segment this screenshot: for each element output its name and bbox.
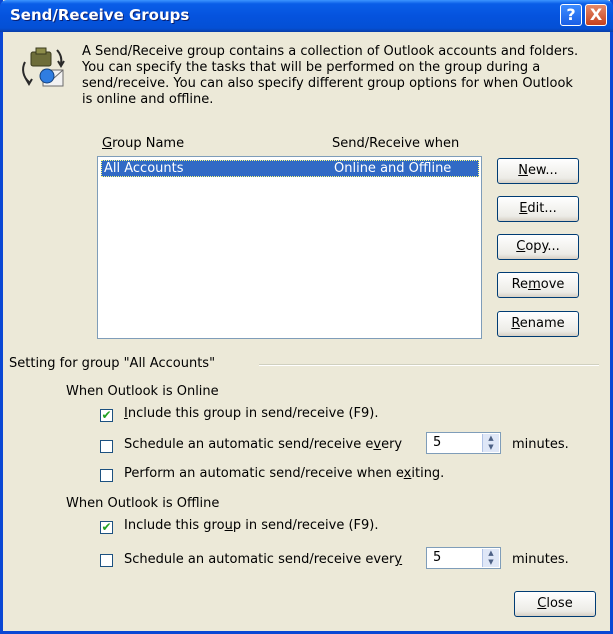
offline-minutes-label: minutes. [512,552,569,567]
column-header-send-receive-when[interactable]: Send/Receive when [332,136,459,151]
help-button[interactable]: ? [560,4,582,26]
column-header-group-name[interactable]: Group Name [102,136,184,151]
spin-arrows-icon[interactable]: ▲ ▼ [482,434,499,452]
offline-include-label[interactable]: Include this group in send/receive (F9). [124,518,379,533]
spin-arrows-icon[interactable]: ▲ ▼ [482,549,499,567]
close-button[interactable]: Close [514,591,596,617]
send-receive-groups-dialog: Send/Receive Groups ? X A Send/Receive g… [0,0,613,634]
offline-schedule-minutes-spinner[interactable]: 5 ▲ ▼ [426,547,501,569]
online-include-checkbox[interactable]: ✔ [100,409,113,422]
send-receive-icon [17,42,69,94]
online-schedule-label[interactable]: Schedule an automatic send/receive every [124,437,402,452]
title-bar[interactable]: Send/Receive Groups ? X [0,0,613,32]
remove-button[interactable]: Remove [497,272,579,298]
offline-schedule-checkbox[interactable] [100,554,113,567]
list-row[interactable]: All Accounts Online and Offline [101,160,479,177]
group-name-cell: All Accounts [104,161,184,176]
groups-list[interactable]: All Accounts Online and Offline [97,156,482,339]
send-receive-when-cell: Online and Offline [334,161,452,176]
close-window-button[interactable]: X [585,4,607,26]
offline-schedule-label[interactable]: Schedule an automatic send/receive every [124,552,402,567]
group-settings-label: Setting for group "All Accounts" [9,356,216,371]
offline-heading: When Outlook is Offline [66,496,220,511]
online-schedule-value: 5 [433,435,442,450]
online-schedule-checkbox[interactable] [100,440,113,453]
offline-include-checkbox[interactable]: ✔ [100,521,113,534]
copy-button[interactable]: Copy... [497,234,579,260]
window-title: Send/Receive Groups [10,6,190,24]
online-include-label[interactable]: Include this group in send/receive (F9). [124,406,379,421]
online-exit-checkbox[interactable] [100,469,113,482]
online-heading: When Outlook is Online [66,384,219,399]
online-minutes-label: minutes. [512,437,569,452]
online-schedule-minutes-spinner[interactable]: 5 ▲ ▼ [426,432,501,454]
new-button[interactable]: New... [497,158,579,184]
offline-schedule-value: 5 [433,550,442,565]
edit-button[interactable]: Edit... [497,196,579,222]
online-exit-label[interactable]: Perform an automatic send/receive when e… [124,466,444,481]
group-divider [259,364,599,366]
rename-button[interactable]: Rename [497,311,579,337]
dialog-description: A Send/Receive group contains a collecti… [82,44,579,107]
